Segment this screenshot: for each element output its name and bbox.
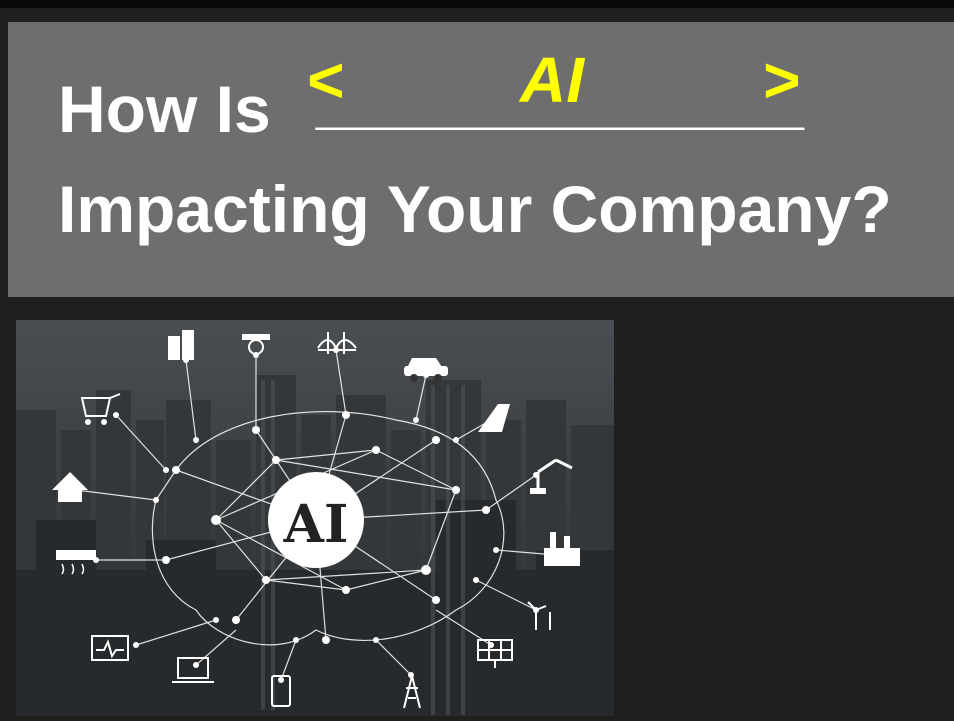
ai-center-label: AI [283,494,349,555]
fill-open-bracket: < [306,44,344,116]
title-line-1: How Is [58,76,271,142]
fill-word: AI [520,44,584,116]
title-line-2: Impacting Your Company? [58,172,892,246]
ai-network-image: AI [16,320,614,716]
fill-close-bracket: > [762,44,800,116]
title-prefix: How Is [58,72,271,146]
slide: How Is ______________ < AI > Impacting Y… [0,0,954,721]
